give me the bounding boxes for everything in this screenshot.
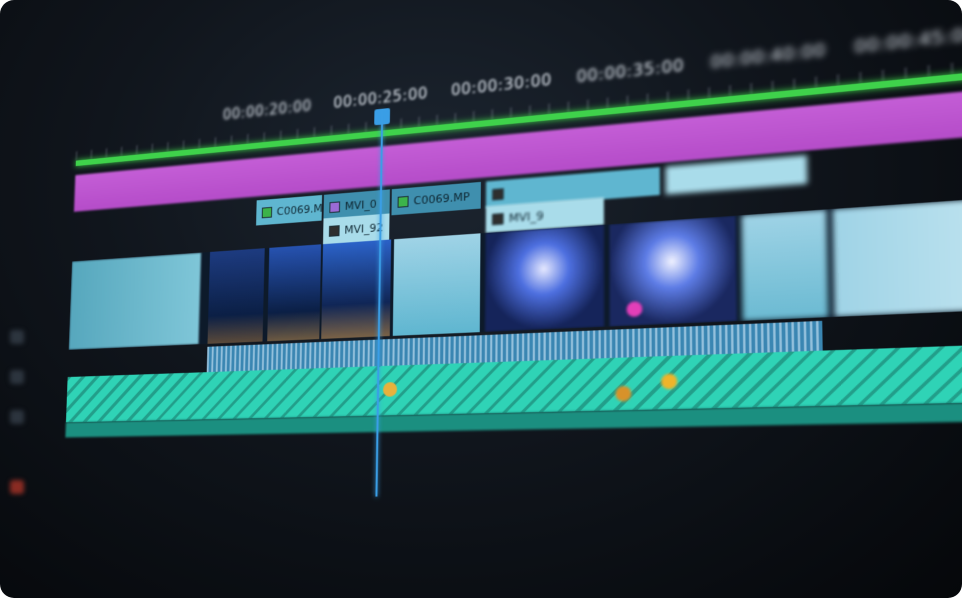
video-thumbnail [69, 253, 201, 350]
timecode-label: 00:00:40:00 [710, 40, 826, 72]
clip-badge-icon [492, 213, 504, 225]
video-thumbnail [833, 196, 962, 317]
clip-label: C0069.MP [413, 189, 469, 207]
timecode-label: 00:00:20:00 [223, 97, 312, 124]
clip-header[interactable]: C0069.MP [391, 182, 480, 215]
tool-icon[interactable] [10, 330, 24, 344]
editor-window: 00:00:20:00 00:00:25:00 00:00:30:00 00:0… [0, 0, 962, 598]
clip-badge-icon [329, 201, 340, 213]
clip-label: MVI_92 [344, 220, 383, 236]
video-thumbnail [485, 225, 604, 332]
clip-label: MVI_9 [509, 209, 544, 225]
left-toolbar [0, 330, 40, 550]
clip-header[interactable]: C0069.M [256, 195, 322, 226]
clip-badge-icon [329, 225, 340, 237]
video-thumbnail [267, 244, 321, 341]
clip-badge-icon [262, 206, 272, 217]
clip-label: C0069.M [277, 201, 323, 217]
timecode-label: 00:00:35:00 [576, 56, 684, 86]
timecode-label: 00:00:30:00 [451, 71, 552, 100]
timecode-label: 00:00:25:00 [333, 84, 428, 112]
video-thumbnail [742, 209, 829, 320]
tool-icon[interactable] [10, 410, 24, 424]
clip-label: MVI_0 [345, 197, 377, 212]
video-thumbnail [207, 248, 264, 344]
app-icon[interactable] [10, 480, 24, 494]
clip-header[interactable] [665, 155, 807, 195]
tool-icon[interactable] [10, 370, 24, 384]
clip-badge-icon [492, 188, 504, 200]
video-thumbnail [393, 233, 481, 336]
timecode-label: 00:00:45:00 [854, 24, 962, 57]
clip-badge-icon [398, 195, 409, 207]
timeline-panel: 00:00:20:00 00:00:25:00 00:00:30:00 00:0… [63, 0, 962, 495]
